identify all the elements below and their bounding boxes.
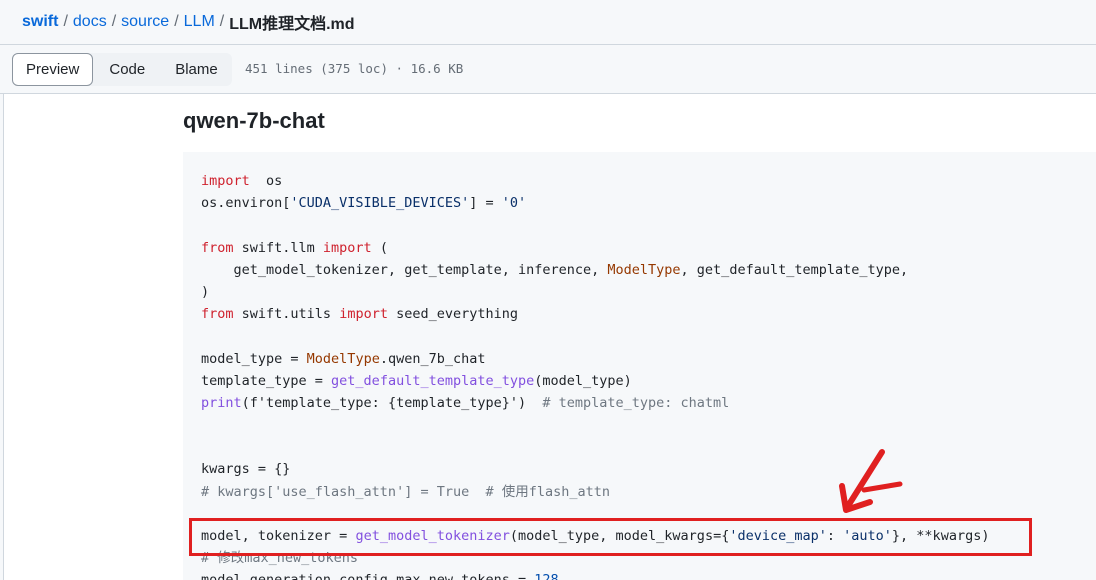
code-token: '0' xyxy=(501,195,527,212)
code-token: (model_type, model_kwargs={ xyxy=(509,528,730,544)
file-toolbar: Preview Code Blame 451 lines (375 loc) ·… xyxy=(0,45,1096,94)
tab-preview[interactable]: Preview xyxy=(12,53,94,86)
code-token: ModelType xyxy=(306,350,380,367)
code-token: os.environ[ xyxy=(201,195,291,212)
code-token: # kwargs['use_flash_attn'] = True # 使用fl… xyxy=(201,483,611,500)
code-token: 128 xyxy=(534,572,558,580)
code-token: template_type = xyxy=(201,372,332,389)
breadcrumb-separator: / xyxy=(63,13,68,30)
code-token: seed_everything xyxy=(387,306,519,323)
code-token: get_model_tokenizer, get_template, infer… xyxy=(201,261,608,278)
code-line: import os xyxy=(201,170,989,192)
tab-code[interactable]: Code xyxy=(93,53,161,86)
breadcrumb-link-docs[interactable]: docs xyxy=(73,13,107,31)
code-line: model, tokenizer = get_model_tokenizer(m… xyxy=(201,525,989,547)
code-token: 'CUDA_VISIBLE_DEVICES' xyxy=(290,195,470,212)
code-token: get_model_tokenizer xyxy=(355,528,510,544)
code-token: import xyxy=(339,306,388,323)
code-token: }, **kwargs) xyxy=(891,528,990,544)
code-token: : xyxy=(826,528,844,544)
code-token: (f'template_type: {template_type}') xyxy=(241,394,543,411)
code-token: swift.llm xyxy=(233,239,323,256)
breadcrumb-link-source[interactable]: source xyxy=(121,13,169,31)
breadcrumb-link-llm[interactable]: LLM xyxy=(184,13,215,31)
code-token: 'device_map' xyxy=(729,528,827,544)
code-token: ( xyxy=(371,239,388,256)
code-line: from swift.utils import seed_everything xyxy=(201,303,989,325)
code-token: kwargs = {} xyxy=(201,461,291,478)
breadcrumb: swift / docs / source / LLM / LLM推理文档.md xyxy=(0,0,1096,45)
code-token: 'auto' xyxy=(843,528,892,544)
code-token: model.generation_config.max_new_tokens = xyxy=(201,572,534,580)
code-token: import xyxy=(322,239,372,256)
code-line: get_model_tokenizer, get_template, infer… xyxy=(201,259,989,281)
code-token: from xyxy=(201,239,234,256)
breadcrumb-repo-link[interactable]: swift xyxy=(22,13,58,31)
code-token: model, tokenizer = xyxy=(201,528,356,544)
code-token: get_default_template_type xyxy=(331,372,535,389)
code-token: swift.utils xyxy=(233,306,340,323)
code-token: # 修改max_new_tokens xyxy=(201,550,359,567)
code-line: from swift.llm import ( xyxy=(201,237,989,259)
code-token: .qwen_7b_chat xyxy=(379,350,486,367)
code-token: print xyxy=(201,394,242,411)
red-arrow-icon xyxy=(839,449,903,513)
code-line: model_type = ModelType.qwen_7b_chat xyxy=(201,348,989,370)
code-line: print(f'template_type: {template_type}')… xyxy=(201,392,989,414)
code-line: model.generation_config.max_new_tokens =… xyxy=(201,569,989,580)
code-token: os xyxy=(249,173,283,189)
code-token: (model_type) xyxy=(534,372,632,389)
code-token: # template_type: chatml xyxy=(542,394,730,411)
file-meta-info: 451 lines (375 loc) · 16.6 KB xyxy=(245,61,464,76)
view-mode-segmented-control: Preview Code Blame xyxy=(12,53,232,86)
section-heading: qwen-7b-chat xyxy=(183,108,325,133)
code-token: ] = xyxy=(469,195,502,212)
tab-blame[interactable]: Blame xyxy=(161,53,232,86)
breadcrumb-separator: / xyxy=(174,13,179,30)
breadcrumb-separator: / xyxy=(219,13,225,30)
code-token: , get_default_template_type, xyxy=(680,261,909,278)
code-line: # 修改max_new_tokens xyxy=(201,547,989,569)
code-token: ModelType xyxy=(607,261,681,278)
code-line: ) xyxy=(201,281,989,303)
code-token: import xyxy=(201,173,250,189)
code-token: ) xyxy=(201,283,210,300)
github-file-view: swift / docs / source / LLM / LLM推理文档.md… xyxy=(0,0,1096,580)
code-token: from xyxy=(201,306,234,323)
markdown-preview: qwen-7b-chat import os os.environ['CUDA_V… xyxy=(0,94,1096,580)
code-line: os.environ['CUDA_VISIBLE_DEVICES'] = '0' xyxy=(201,192,989,214)
left-panel-edge xyxy=(0,94,4,580)
code-token: model_type = xyxy=(201,350,307,367)
code-line: template_type = get_default_template_typ… xyxy=(201,370,989,392)
code-block: import os os.environ['CUDA_VISIBLE_DEVICE… xyxy=(183,152,1096,580)
breadcrumb-file-name: LLM推理文档.md xyxy=(229,16,355,33)
breadcrumb-separator: / xyxy=(111,13,117,30)
